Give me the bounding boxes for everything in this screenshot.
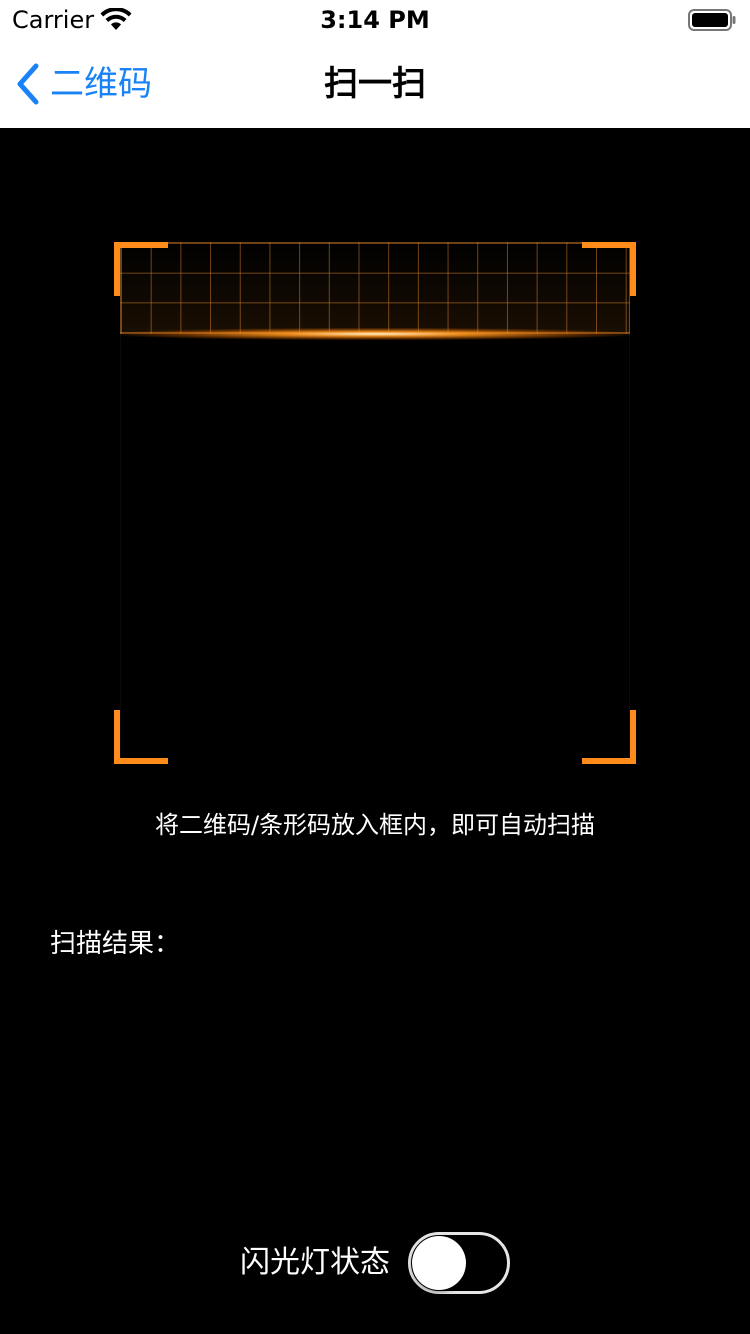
scan-frame: [114, 242, 636, 764]
navigation-bar: 二维码 扫一扫: [0, 40, 750, 128]
scan-corner-bottom-left: [114, 710, 168, 764]
scan-hint: 将二维码/条形码放入框内，即可自动扫描: [154, 811, 596, 839]
scan-corner-top-left: [114, 242, 168, 296]
flash-toggle[interactable]: [408, 1232, 510, 1294]
scan-grid-animation: [120, 242, 630, 334]
scan-corner-bottom-right: [582, 710, 636, 764]
page-title: 扫一扫: [324, 64, 426, 104]
status-bar: Carrier 3:14 PM: [0, 0, 750, 40]
scan-corner-top-right: [582, 242, 636, 296]
flash-label: 闪光灯状态: [240, 1245, 390, 1280]
battery-icon: [688, 9, 736, 31]
clock-time: 3:14 PM: [320, 6, 430, 34]
scan-result-label: 扫描结果：: [50, 929, 181, 959]
scan-screen: Carrier 3:14 PM 二维码 扫一扫 将二维码/条形码放入框内，即可自…: [0, 0, 750, 1334]
flash-control: 闪光灯状态: [0, 1232, 750, 1294]
scan-line: [120, 328, 630, 340]
toggle-knob: [412, 1236, 466, 1290]
